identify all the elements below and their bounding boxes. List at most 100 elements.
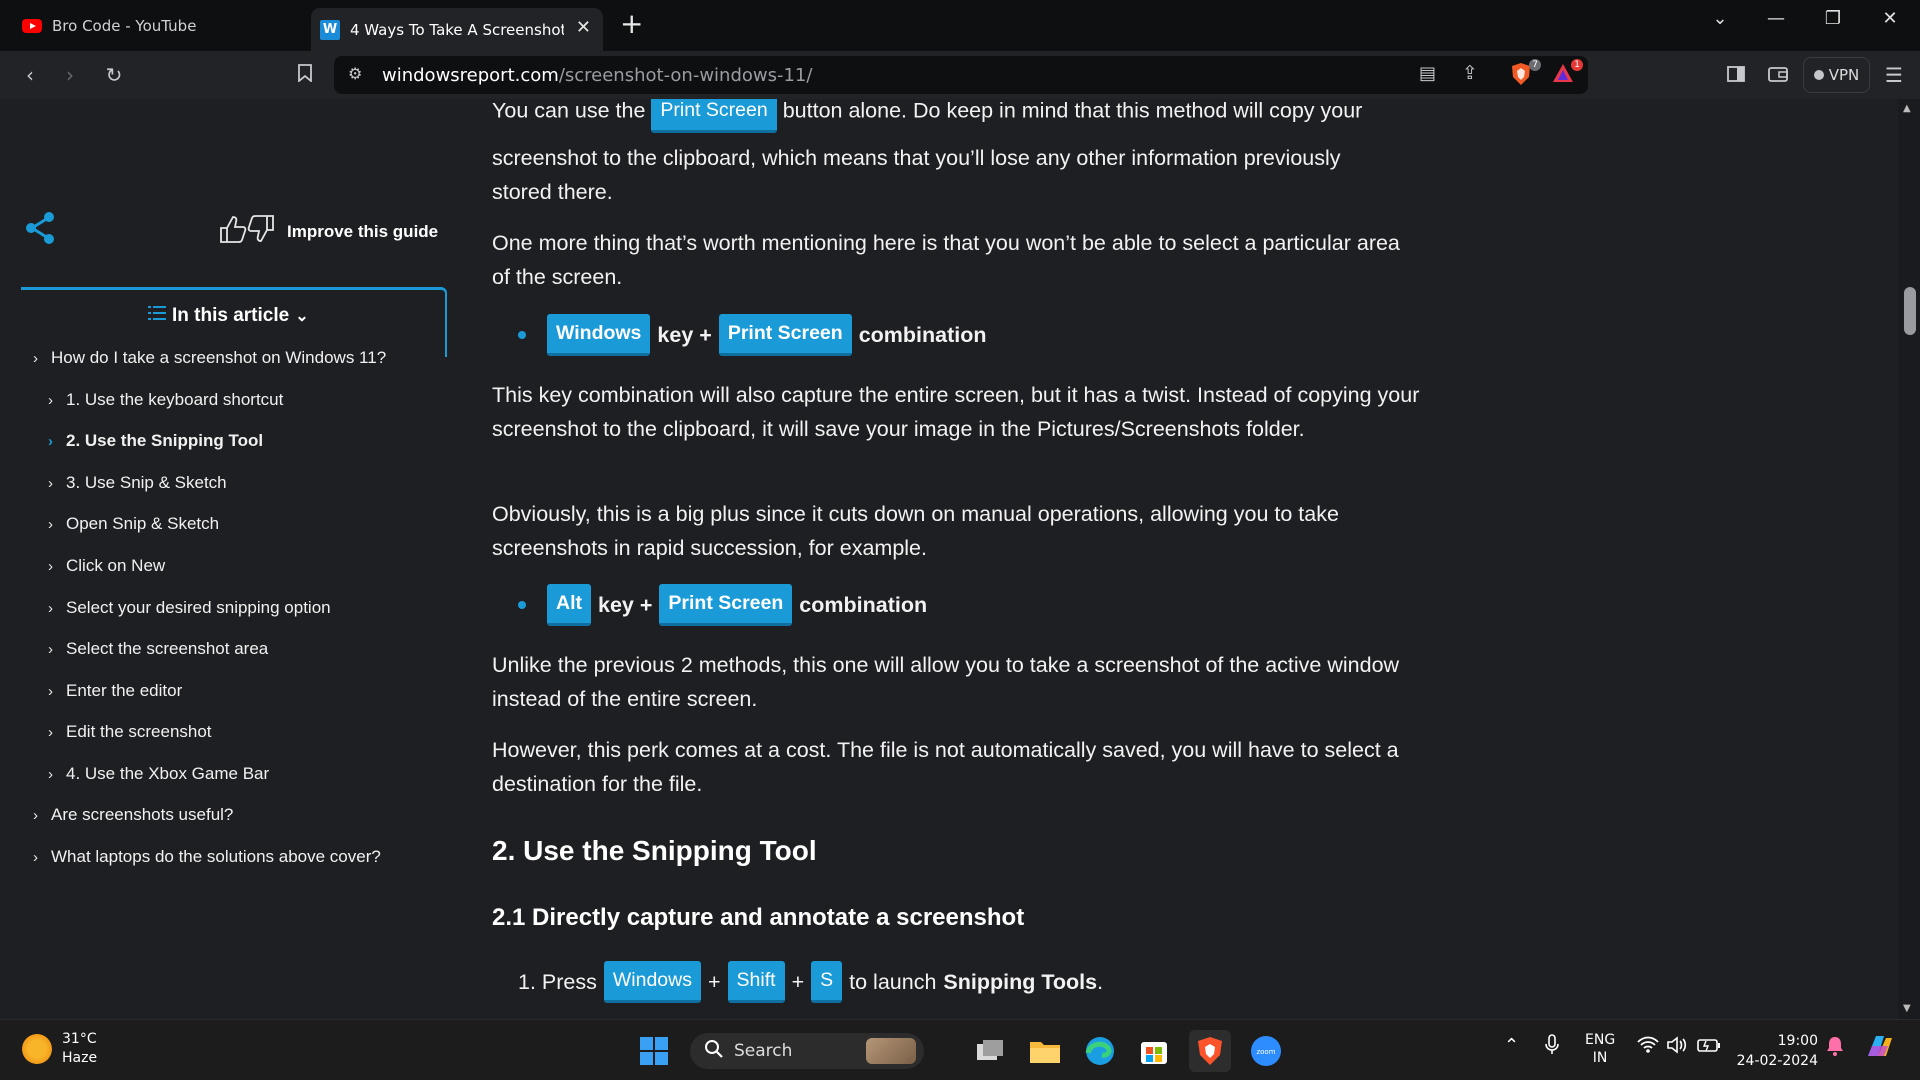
copilot-icon[interactable] [1864, 1032, 1896, 1066]
toc-item[interactable]: › Enter the editor [48, 681, 182, 701]
windowsreport-icon: W [320, 19, 340, 40]
bullet-item: Alt key + Print Screen combination [518, 584, 927, 626]
site-settings-icon[interactable]: ⚙ [348, 64, 362, 83]
tab-youtube[interactable]: Bro Code - YouTube [12, 8, 304, 44]
svg-text:zoom: zoom [1256, 1048, 1275, 1056]
chevron-right-icon: › [48, 640, 53, 658]
toc-item-label: Select the screenshot area [66, 639, 269, 658]
edge-browser-icon[interactable] [1079, 1030, 1121, 1072]
microphone-icon[interactable] [1545, 1034, 1559, 1060]
toc-item[interactable]: › 4. Use the Xbox Game Bar [48, 764, 269, 784]
toc-item[interactable]: › Click on New [48, 556, 165, 576]
chevron-right-icon: › [48, 515, 53, 533]
tab-search-chevron-icon[interactable]: ⌄ [1700, 6, 1740, 32]
vpn-button[interactable]: VPN [1803, 57, 1870, 93]
wifi-icon[interactable] [1637, 1036, 1659, 1058]
bullet-dot [518, 601, 526, 609]
language-indicator[interactable]: ENG IN [1585, 1031, 1615, 1067]
bullet-item: Windows key + Print Screen combination [518, 314, 987, 356]
share-icon[interactable] [24, 211, 56, 249]
menu-icon[interactable]: ☰ [1881, 62, 1907, 88]
tab-windowsreport[interactable]: W 4 Ways To Take A Screenshot On Windows… [311, 8, 603, 51]
vpn-label: VPN [1828, 66, 1860, 84]
toc-item[interactable]: › Select your desired snipping option [48, 598, 331, 618]
improve-guide-button[interactable]: Improve this guide [217, 214, 438, 249]
search-highlight-image [866, 1038, 916, 1064]
minimize-button[interactable]: — [1756, 6, 1796, 32]
paragraph: screenshot to the clipboard, which means… [492, 146, 1341, 204]
bookmark-icon[interactable] [292, 62, 318, 88]
paragraph: Unlike the previous 2 methods, this one … [492, 653, 1400, 711]
reader-mode-icon[interactable]: ▤ [1419, 63, 1436, 84]
toc-item[interactable]: › 3. Use Snip & Sketch [48, 473, 227, 493]
windows-taskbar: 31°C Haze Search zoom ⌃ ENG IN 19:00 24-… [0, 1019, 1920, 1080]
paragraph: You can use the Print Screen button alon… [492, 99, 1422, 133]
paragraph: This key combination will also capture t… [492, 383, 1420, 441]
page-scrollbar[interactable]: ▲ ▼ [1898, 99, 1920, 1019]
chevron-right-icon: › [48, 391, 53, 409]
toc-item[interactable]: › Open Snip & Sketch [48, 514, 219, 534]
brave-rewards-icon[interactable]: 1 [1552, 59, 1583, 88]
close-window-button[interactable]: ✕ [1870, 6, 1910, 32]
toc-item-label: How do I take a screenshot on Windows 11… [51, 348, 387, 367]
brave-browser-icon[interactable] [1189, 1030, 1231, 1072]
zoom-icon[interactable]: zoom [1245, 1030, 1287, 1072]
sidebar-toggle-icon[interactable] [1723, 62, 1749, 88]
windows-start-icon[interactable] [633, 1030, 675, 1072]
improve-guide-label: Improve this guide [287, 221, 439, 241]
taskbar-search[interactable]: Search [690, 1033, 924, 1069]
scroll-down-icon[interactable]: ▼ [1903, 1003, 1911, 1014]
forward-icon[interactable]: › [57, 62, 83, 88]
article-sidebar: Improve this guide In this article ⌄ › Ho… [0, 99, 470, 1019]
chevron-right-icon: › [33, 349, 38, 367]
chevron-right-icon: › [48, 723, 53, 741]
toc-item-active[interactable]: › 2. Use the Snipping Tool [48, 431, 263, 451]
list-icon [148, 305, 166, 327]
volume-icon[interactable] [1666, 1036, 1688, 1058]
back-icon[interactable]: ‹ [17, 62, 43, 88]
reload-icon[interactable]: ↻ [101, 62, 127, 88]
notification-bell-icon[interactable] [1826, 1036, 1844, 1060]
toc-item[interactable]: › What laptops do the solutions above cov… [33, 847, 381, 867]
toc-item-label: Open Snip & Sketch [66, 514, 220, 533]
search-label: Search [734, 1041, 793, 1061]
toc-item[interactable]: › Select the screenshot area [48, 639, 268, 659]
scroll-thumb[interactable] [1904, 287, 1916, 335]
url-text[interactable]: windowsreport.com/screenshot-on-windows-… [382, 65, 812, 86]
toc-item[interactable]: › 1. Use the keyboard shortcut [48, 390, 283, 410]
toc-item[interactable]: › How do I take a screenshot on Windows 1… [33, 348, 386, 368]
chevron-right-icon: › [48, 599, 53, 617]
toc-item[interactable]: › Edit the screenshot [48, 722, 212, 742]
address-bar[interactable]: ⚙ windowsreport.com/screenshot-on-window… [334, 56, 1588, 94]
share-page-icon[interactable]: ⇪ [1462, 62, 1478, 84]
tab-title: Bro Code - YouTube [52, 17, 197, 35]
new-tab-button[interactable]: + [620, 10, 643, 38]
wallet-icon[interactable] [1765, 62, 1791, 88]
task-view-icon[interactable] [970, 1030, 1012, 1072]
system-clock[interactable]: 19:00 24-02-2024 [1736, 1031, 1818, 1071]
toc-item[interactable]: › Are screenshots useful? [33, 805, 233, 825]
clock-time: 19:00 [1777, 1033, 1818, 1049]
microsoft-store-icon[interactable] [1133, 1030, 1175, 1072]
key-windows: Windows [603, 961, 701, 1003]
paragraph: However, this perk comes at a cost. The … [492, 738, 1399, 796]
key-alt: Alt [547, 584, 591, 626]
chevron-right-icon: › [48, 765, 53, 783]
restore-button[interactable]: ❐ [1813, 6, 1853, 32]
subsection-heading: 2.1 Directly capture and annotate a scre… [492, 904, 1025, 931]
weather-widget[interactable]: 31°C Haze [22, 1030, 97, 1068]
show-hidden-icons-chevron[interactable]: ⌃ [1504, 1035, 1519, 1056]
brave-shields-icon[interactable]: 7 [1510, 59, 1541, 88]
file-explorer-icon[interactable] [1024, 1030, 1066, 1072]
chevron-right-icon: › [33, 848, 38, 866]
key-windows: Windows [547, 314, 651, 356]
key-print-screen: Print Screen [718, 314, 852, 356]
key-shift: Shift [727, 961, 785, 1003]
toc-item-label: Are screenshots useful? [51, 805, 234, 824]
close-tab-icon[interactable]: ✕ [576, 18, 591, 38]
toc-toggle[interactable]: In this article ⌄ [148, 305, 309, 327]
scroll-up-icon[interactable]: ▲ [1903, 103, 1911, 114]
rewards-badge: 1 [1571, 59, 1583, 71]
chevron-down-icon: ⌄ [295, 308, 309, 325]
battery-icon[interactable] [1697, 1037, 1721, 1057]
